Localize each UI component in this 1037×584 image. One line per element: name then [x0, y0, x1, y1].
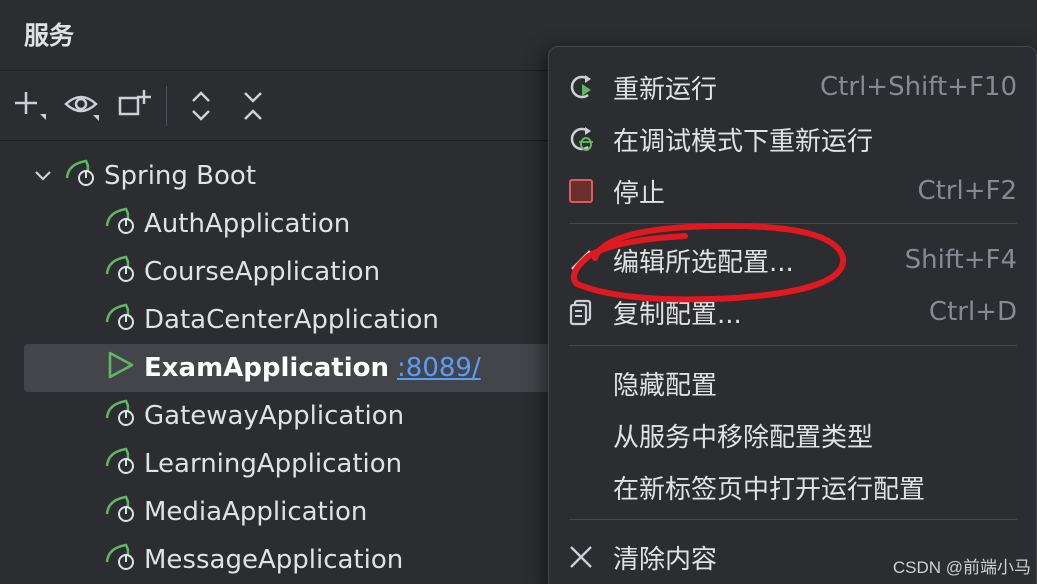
tree-root-spring-boot[interactable]: Spring Boot	[24, 152, 564, 200]
context-menu: 重新运行 Ctrl+Shift+F10 在调试模式下重新运行 停止 Ctrl+F…	[548, 46, 1037, 584]
tree-item[interactable]: CourseApplication	[24, 248, 564, 296]
expand-all-button[interactable]	[181, 86, 221, 126]
add-icon	[12, 88, 48, 124]
rerun-icon	[561, 67, 601, 107]
menu-item-edit-configuration[interactable]: 编辑所选配置... Shift+F4	[569, 235, 1017, 285]
spring-boot-icon	[104, 302, 138, 339]
run-icon	[104, 350, 138, 387]
tree-item-label: LearningApplication	[144, 449, 403, 479]
services-toolbar	[0, 72, 560, 140]
add-service-button[interactable]	[10, 86, 50, 126]
menu-item-label: 停止	[613, 178, 666, 209]
menu-item-stop[interactable]: 停止 Ctrl+F2	[569, 166, 1017, 216]
new-group-button[interactable]	[114, 86, 154, 126]
rerun-debug-icon	[561, 119, 601, 159]
view-options-button[interactable]	[62, 86, 102, 126]
tree-item-label: AuthApplication	[144, 209, 351, 239]
menu-item-rerun-debug[interactable]: 在调试模式下重新运行	[569, 114, 1017, 164]
tree-root-label: Spring Boot	[104, 161, 257, 191]
menu-item-label: 在新标签页中打开运行配置	[613, 474, 926, 505]
menu-item-remove-configuration-type[interactable]: 从服务中移除配置类型	[569, 410, 1017, 460]
tree-item[interactable]: GatewayApplication	[24, 392, 564, 440]
menu-item-label: 隐藏配置	[613, 370, 718, 401]
menu-item-label: 清除内容	[613, 544, 718, 575]
header-divider	[0, 70, 548, 71]
menu-item-label: 从服务中移除配置类型	[613, 422, 874, 453]
edit-icon	[561, 240, 601, 280]
menu-item-shortcut: Ctrl+F2	[917, 176, 1017, 206]
watermark: CSDN @前端小马	[892, 558, 1031, 577]
spring-boot-icon	[104, 494, 138, 531]
menu-item-copy-configuration[interactable]: 复制配置... Ctrl+D	[569, 287, 1017, 337]
tree-item[interactable]: MediaApplication	[24, 488, 564, 536]
expand-all-icon	[186, 88, 216, 124]
stop-icon	[561, 171, 601, 211]
new-group-icon	[116, 88, 152, 124]
menu-separator	[569, 223, 1017, 224]
eye-icon	[63, 88, 101, 124]
toolbar-separator	[166, 86, 167, 126]
tree-item-label: GatewayApplication	[144, 401, 405, 431]
spring-boot-icon	[104, 206, 138, 243]
tree-item-label: DataCenterApplication	[144, 305, 439, 335]
port-link[interactable]: :8089/	[397, 353, 481, 383]
close-icon	[561, 537, 601, 577]
tree-item[interactable]: DataCenterApplication	[24, 296, 564, 344]
spring-boot-icon	[64, 158, 98, 195]
menu-item-label: 重新运行	[613, 74, 718, 105]
menu-item-label: 编辑所选配置...	[613, 247, 794, 278]
tree-item-label: ExamApplication	[144, 353, 390, 383]
menu-item-shortcut: Ctrl+Shift+F10	[820, 72, 1017, 102]
tree-item[interactable]: ExamApplication:8089/	[24, 344, 564, 392]
tree-item[interactable]: LearningApplication	[24, 440, 564, 488]
spring-boot-icon	[104, 398, 138, 435]
spring-boot-icon	[104, 254, 138, 291]
spring-boot-icon	[104, 446, 138, 483]
tree-item-label: MediaApplication	[144, 497, 368, 527]
chevron-down-icon[interactable]	[28, 166, 58, 186]
collapse-all-button[interactable]	[233, 86, 273, 126]
spring-boot-icon	[104, 542, 138, 579]
tree-item[interactable]: AuthApplication	[24, 200, 564, 248]
menu-item-hide-configuration[interactable]: 隐藏配置	[569, 358, 1017, 408]
collapse-all-icon	[238, 88, 268, 124]
copy-icon	[561, 292, 601, 332]
panel-title: 服务	[24, 21, 75, 50]
menu-separator	[569, 345, 1017, 346]
menu-item-label: 复制配置...	[613, 299, 742, 330]
menu-item-shortcut: Ctrl+D	[928, 297, 1017, 327]
tree-item[interactable]: MessageApplication	[24, 536, 564, 584]
menu-item-open-in-new-tab[interactable]: 在新标签页中打开运行配置	[569, 462, 1017, 512]
menu-item-rerun[interactable]: 重新运行 Ctrl+Shift+F10	[569, 62, 1017, 112]
tree-item-label: MessageApplication	[144, 545, 404, 575]
menu-item-shortcut: Shift+F4	[904, 245, 1017, 275]
tree-item-label: CourseApplication	[144, 257, 381, 287]
menu-separator	[569, 519, 1017, 520]
toolbar-divider	[0, 140, 548, 141]
menu-item-label: 在调试模式下重新运行	[613, 126, 874, 157]
